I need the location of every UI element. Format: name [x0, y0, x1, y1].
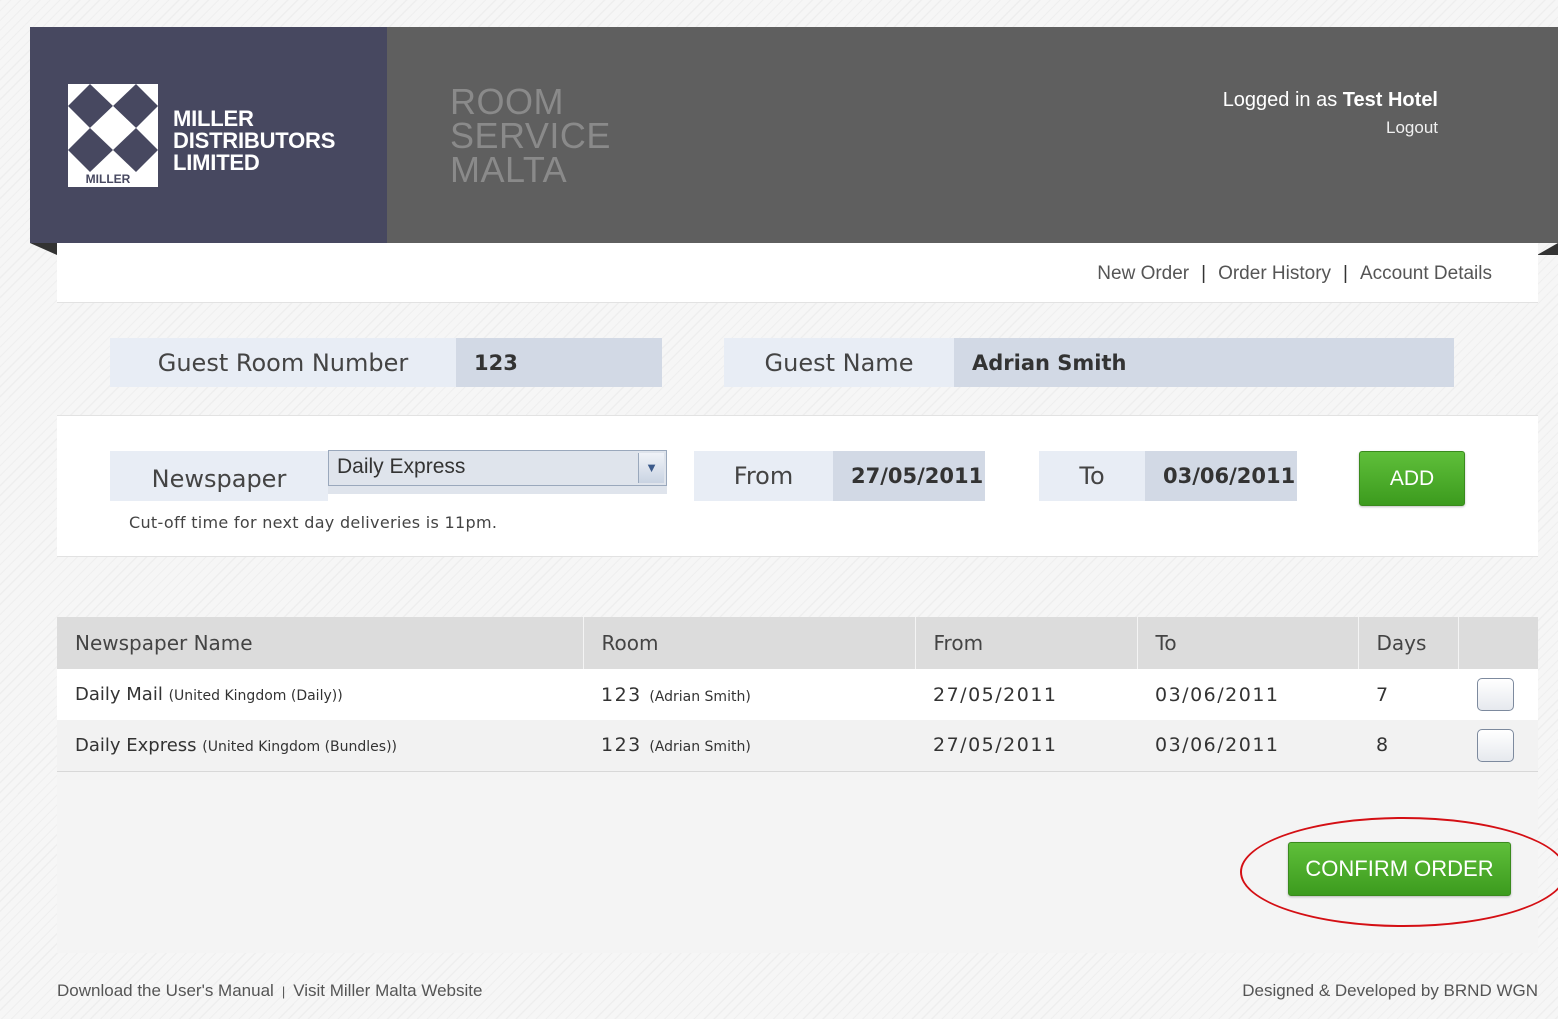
- newspaper-select[interactable]: Daily Express ▼: [328, 450, 667, 486]
- site-header: MILLER MILLER DISTRIBUTORS LIMITED ROOM …: [30, 27, 1558, 243]
- from-cell: 27/05/2011: [915, 669, 1137, 720]
- nav-separator: |: [1343, 263, 1348, 284]
- table-row: Daily Express (United Kingdom (Bundles))…: [57, 720, 1538, 772]
- nav-separator: |: [1201, 263, 1207, 284]
- ribbon-fold-right: [1537, 243, 1558, 255]
- main-nav: New Order | Order History | Account Details: [1097, 263, 1492, 285]
- user-info: Logged in as Test Hotel Logout: [1223, 89, 1438, 138]
- footer-links: Download the User's Manual | Visit Miller …: [57, 981, 482, 1001]
- app-title-line: ROOM: [450, 81, 564, 122]
- logged-in-status: Logged in as Test Hotel: [1223, 89, 1438, 112]
- newspaper-edition: (United Kingdom (Daily)): [168, 688, 343, 704]
- newspaper-selected-value: Daily Express: [337, 455, 466, 478]
- hotel-name: Test Hotel: [1342, 89, 1438, 111]
- table-row: Daily Mail (United Kingdom (Daily)) 123 …: [57, 669, 1538, 720]
- highlight-annotation: [1240, 817, 1558, 927]
- days-cell: 7: [1358, 669, 1458, 720]
- select-cell: [1458, 720, 1538, 772]
- guest-name: (Adrian Smith): [649, 739, 751, 756]
- column-header: From: [915, 617, 1138, 669]
- to-cell: 03/06/2011: [1137, 669, 1358, 720]
- newspaper-label: Newspaper: [110, 451, 328, 501]
- column-header: Days: [1358, 617, 1459, 669]
- company-name: MILLER DISTRIBUTORS LIMITED: [173, 105, 335, 176]
- nav-order-history[interactable]: Order History: [1218, 263, 1331, 284]
- logged-in-prefix: Logged in as: [1222, 89, 1338, 111]
- guest-room-input[interactable]: 123: [456, 338, 662, 387]
- logout-link[interactable]: Logout: [1223, 118, 1438, 138]
- ribbon-fold-left: [30, 243, 57, 255]
- cutoff-note: Cut-off time for next day deliveries is …: [129, 513, 498, 532]
- column-header-select: [1458, 617, 1538, 669]
- guest-name: (Adrian Smith): [649, 688, 751, 705]
- orders-table: Newspaper Name Room From To Days Daily M…: [57, 617, 1538, 772]
- days-cell: 8: [1358, 720, 1458, 772]
- user-manual-link[interactable]: Download the User's Manual: [57, 981, 274, 1000]
- logo-badge: MILLER: [70, 172, 146, 186]
- footer-credit: Designed & Developed by BRND WGN: [1242, 981, 1538, 1000]
- to-cell: 03/06/2011: [1137, 720, 1358, 772]
- order-form: Newspaper Daily Express ▼ From 27/05/201…: [57, 415, 1538, 557]
- newspaper-select-backdrop: [328, 486, 667, 494]
- guest-name-input[interactable]: Adrian Smith: [954, 338, 1454, 387]
- logo-panel: MILLER MILLER DISTRIBUTORS LIMITED: [30, 27, 387, 243]
- nav-bar: New Order | Order History | Account Details: [57, 243, 1538, 303]
- from-cell: 27/05/2011: [915, 720, 1137, 772]
- footer-separator: |: [281, 984, 286, 999]
- column-header: Newspaper Name: [57, 617, 584, 669]
- from-label: From: [694, 451, 833, 501]
- app-title-line: SERVICE: [450, 115, 611, 156]
- row-checkbox[interactable]: [1477, 728, 1514, 762]
- from-date-input[interactable]: 27/05/2011: [833, 451, 985, 501]
- to-label: To: [1039, 451, 1145, 501]
- room-number: 123: [601, 683, 642, 706]
- newspaper-cell: Daily Express (United Kingdom (Bundles)): [57, 720, 583, 772]
- nav-account-details[interactable]: Account Details: [1360, 263, 1492, 284]
- column-header: To: [1137, 617, 1359, 669]
- row-checkbox[interactable]: [1477, 678, 1514, 711]
- to-date-input[interactable]: 03/06/2011: [1145, 451, 1297, 501]
- table-header-row: Newspaper Name Room From To Days: [57, 617, 1538, 669]
- room-number: 123: [601, 734, 642, 757]
- select-cell: [1458, 669, 1538, 720]
- room-cell: 123 (Adrian Smith): [583, 669, 915, 720]
- room-cell: 123 (Adrian Smith): [583, 720, 915, 772]
- guest-name-label: Guest Name: [724, 338, 954, 387]
- app-title-line: MALTA: [450, 149, 568, 190]
- nav-new-order[interactable]: New Order: [1097, 263, 1189, 284]
- chevron-down-icon[interactable]: ▼: [638, 453, 664, 483]
- column-header: Room: [583, 617, 916, 669]
- miller-website-link[interactable]: Visit Miller Malta Website: [293, 981, 482, 1000]
- newspaper-name: Daily Express: [75, 734, 197, 756]
- add-button[interactable]: ADD: [1359, 451, 1465, 506]
- newspaper-edition: (United Kingdom (Bundles)): [202, 738, 397, 755]
- app-title: ROOM SERVICE MALTA: [450, 81, 611, 190]
- newspaper-cell: Daily Mail (United Kingdom (Daily)): [57, 669, 583, 720]
- newspaper-name: Daily Mail: [75, 684, 163, 705]
- guest-room-label: Guest Room Number: [110, 338, 456, 387]
